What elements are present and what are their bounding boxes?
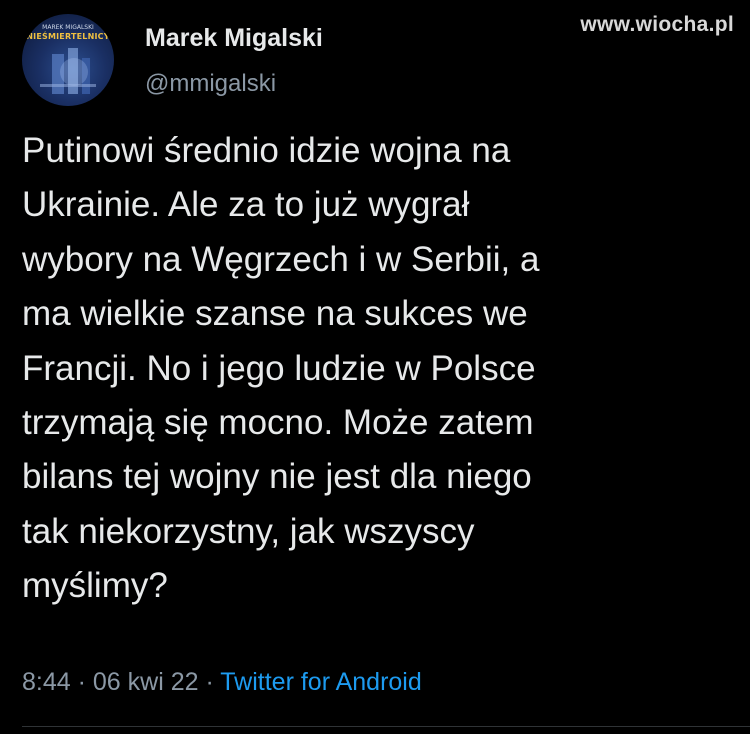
tweet-text: Putinowi średnio idzie wojna na Ukrainie… xyxy=(22,124,722,614)
tweet-text-line: Putinowi średnio idzie wojna na xyxy=(22,131,511,170)
avatar-cover-art-icon xyxy=(40,48,96,94)
tweet-text-line: Francji. No i jego ludzie w Polsce xyxy=(22,348,536,388)
author-handle[interactable]: @mmigalski xyxy=(145,70,276,98)
tweet-time[interactable]: 8:44 xyxy=(22,668,71,696)
meta-separator: · xyxy=(70,668,93,696)
tweet-meta: 8:44 · 06 kwi 22 · Twitter for Android xyxy=(22,668,422,697)
meta-separator: · xyxy=(198,668,221,696)
site-watermark: www.wiocha.pl xyxy=(580,13,734,36)
tweet-source-link[interactable]: Twitter for Android xyxy=(220,668,421,696)
tweet-text-line: myślimy? xyxy=(22,566,168,606)
author-name[interactable]: Marek Migalski xyxy=(145,24,323,53)
tweet-date[interactable]: 06 kwi 22 xyxy=(93,668,199,696)
tweet-text-line: wybory na Węgrzech i w Serbii, a xyxy=(22,239,540,279)
tweet-text-line: tak niekorzystny, jak wszyscy xyxy=(22,511,475,551)
avatar[interactable]: MAREK MIGALSKI NIEŚMIERTELNICY xyxy=(22,14,114,106)
tweet-text-line: bilans tej wojny nie jest dla niego xyxy=(22,457,532,497)
tweet-text-line: trzymają się mocno. Może zatem xyxy=(22,403,534,443)
tweet-text-line: Ukrainie. Ale za to już wygrał xyxy=(22,185,470,225)
tweet-text-line: ma wielkie szanse na sukces we xyxy=(22,294,528,334)
divider xyxy=(22,726,750,727)
